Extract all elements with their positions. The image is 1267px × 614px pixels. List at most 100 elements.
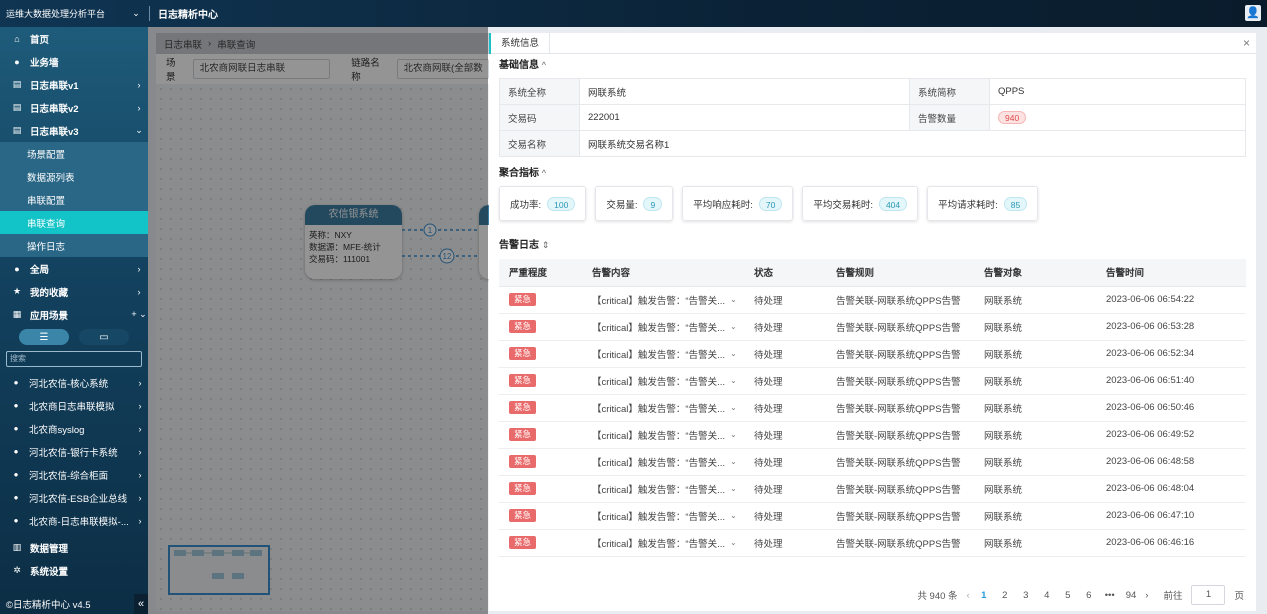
chevron-down-icon[interactable]: ⌄ — [730, 322, 744, 331]
content-cell[interactable]: 【critical】触发告警：“告警关... ⌄ — [582, 448, 744, 476]
time-cell: 2023-06-06 06:51:40 — [1096, 367, 1246, 395]
page-number[interactable]: 2 — [1000, 590, 1010, 601]
content-cell[interactable]: 【critical】触发告警：“告警关... ⌄ — [582, 367, 744, 395]
alarm-content[interactable]: 【critical】触发告警：“告警关... ⌄ — [592, 320, 744, 334]
user-icon[interactable]: 👤 — [1245, 5, 1261, 21]
table-row: 紧急 【critical】触发告警：“告警关... ⌄ 待处理 告警关联-网联系统QPP… — [499, 421, 1246, 449]
sidebar-subitem[interactable]: 串联查询 — [0, 211, 148, 234]
drawer-tabs: 系统信息 × — [489, 32, 1256, 54]
chevron-down-icon[interactable]: ⌄ — [730, 376, 744, 385]
alarm-content[interactable]: 【critical】触发告警：“告警关... ⌄ — [592, 401, 744, 415]
sidebar-item[interactable]: ✲ 系统设置 — [0, 559, 148, 582]
scene-item[interactable]: ● 河北农信-核心系统 › — [0, 371, 148, 394]
sidebar-subitem[interactable]: 操作日志 — [0, 234, 148, 257]
alarm-content[interactable]: 【critical】触发告警：“告警关... ⌄ — [592, 428, 744, 442]
list-view-toggle[interactable]: ☰ — [19, 329, 69, 345]
alarm-content[interactable]: 【critical】触发告警：“告警关... ⌄ — [592, 536, 744, 550]
alarm-content[interactable]: 【critical】触发告警：“告警关... ⌄ — [592, 347, 744, 361]
sidebar-subitem[interactable]: 串联配置 — [0, 188, 148, 211]
header-divider — [149, 6, 150, 21]
sidebar-item[interactable]: ▤ 日志串联v1 › — [0, 73, 148, 96]
sidebar-search-input[interactable]: 搜索 — [6, 351, 142, 367]
content-cell[interactable]: 【critical】触发告警：“告警关... ⌄ — [582, 286, 744, 314]
alarm-content[interactable]: 【critical】触发告警：“告警关... ⌄ — [592, 293, 744, 307]
close-icon[interactable]: × — [1243, 36, 1250, 50]
platform-switch-icon[interactable]: ⌄ — [125, 8, 147, 19]
chevron-down-icon[interactable]: ⌄ — [730, 430, 744, 439]
content-cell[interactable]: 【critical】触发告警：“告警关... ⌄ — [582, 475, 744, 503]
scene-item[interactable]: ● 河北农信-综合柜面 › — [0, 463, 148, 486]
sidebar-item[interactable]: ▤ 日志串联v3 ⌄ — [0, 119, 148, 142]
basic-info-title[interactable]: 基础信息 ^ — [489, 54, 1256, 76]
short-name-label: 系统简称 — [909, 78, 990, 105]
sidebar-item[interactable]: ▤ 日志串联v2 › — [0, 96, 148, 119]
grid-icon: ▦ — [12, 309, 22, 319]
tab-system-info[interactable]: 系统信息 — [489, 32, 551, 54]
time-cell: 2023-06-06 06:54:22 — [1096, 286, 1246, 314]
alarm-log-title[interactable]: 告警日志 ⇕ — [489, 234, 549, 256]
metrics-title[interactable]: 聚合指标 ^ — [489, 162, 546, 184]
chevron-down-icon[interactable]: ⌄ — [730, 349, 744, 358]
sidebar-subitem[interactable]: 数据源列表 — [0, 165, 148, 188]
sidebar-item-label: 全局 — [30, 264, 50, 276]
sidebar-item-label: 日志串联v3 — [30, 126, 79, 138]
chevron-down-icon[interactable]: ⌄ — [730, 403, 744, 412]
content-cell[interactable]: 【critical】触发告警：“告警关... ⌄ — [582, 502, 744, 530]
chevron-down-icon[interactable]: ⌄ — [730, 295, 744, 304]
severity-cell: 紧急 — [499, 394, 582, 422]
alarm-content[interactable]: 【critical】触发告警：“告警关... ⌄ — [592, 374, 744, 388]
scene-item[interactable]: ● 河北农信-ESB企业总线 › — [0, 486, 148, 509]
sidebar-item[interactable]: ▥ 数据管理 — [0, 536, 148, 559]
data-icon: ▥ — [12, 542, 22, 552]
scene-item[interactable]: ● 北农商syslog › — [0, 417, 148, 440]
goto-page-input[interactable]: 1 — [1191, 585, 1226, 605]
rule-cell: 告警关联-网联系统QPPS告警 — [826, 529, 974, 557]
sidebar-item[interactable]: ⌂ 首页 — [0, 27, 148, 50]
alarm-content[interactable]: 【critical】触发告警：“告警关... ⌄ — [592, 455, 744, 469]
object-cell: 网联系统 — [974, 340, 1096, 368]
content-cell[interactable]: 【critical】触发告警：“告警关... ⌄ — [582, 394, 744, 422]
chevron-right-icon: › — [138, 469, 142, 480]
metric-card: 平均请求耗时: 85 — [927, 186, 1039, 221]
alarm-content[interactable]: 【critical】触发告警：“告警关... ⌄ — [592, 482, 744, 496]
chevron-down-icon[interactable]: ⌄ — [730, 457, 744, 466]
log-icon: ▤ — [12, 102, 22, 112]
rule-cell: 告警关联-网联系统QPPS告警 — [826, 313, 974, 341]
scene-item[interactable]: ● 北农商-日志串联模拟-... › — [0, 509, 148, 532]
sidebar-item[interactable]: ★ 我的收藏 › — [0, 280, 148, 303]
sidebar-item[interactable]: ● 全局 › — [0, 257, 148, 280]
trade-code-value: 222001 — [579, 104, 910, 131]
chevron-down-icon[interactable]: ⌄ — [730, 484, 744, 493]
chevron-icon: › — [137, 286, 141, 297]
sidebar-item-label: 日志串联v2 — [30, 103, 79, 115]
content-cell[interactable]: 【critical】触发告警：“告警关... ⌄ — [582, 340, 744, 368]
sidebar-subitem[interactable]: 场景配置 — [0, 142, 148, 165]
column-header: 状态 — [744, 259, 826, 287]
content-cell[interactable]: 【critical】触发告警：“告警关... ⌄ — [582, 421, 744, 449]
collapse-sidebar-button[interactable]: « — [134, 594, 148, 614]
modal-overlay[interactable] — [148, 27, 488, 614]
content-cell[interactable]: 【critical】触发告警：“告警关... ⌄ — [582, 313, 744, 341]
chevron-down-icon[interactable]: ⌄ — [730, 538, 744, 547]
folder-view-toggle[interactable]: ▭ — [79, 329, 129, 345]
page-number[interactable]: 3 — [1021, 590, 1031, 601]
page-number[interactable]: 6 — [1084, 590, 1094, 601]
page-number[interactable]: 4 — [1042, 590, 1052, 601]
chevron-down-icon[interactable]: ⌄ — [730, 511, 744, 520]
page-number[interactable]: ••• — [1105, 590, 1115, 601]
next-page-button[interactable]: › — [1145, 590, 1148, 601]
scene-item[interactable]: ● 河北农信-银行卡系统 › — [0, 440, 148, 463]
sidebar-item[interactable]: ▦ 应用场景 + ⌄ — [0, 303, 148, 326]
sidebar-item[interactable]: ● 业务墙 — [0, 50, 148, 73]
page-number[interactable]: 5 — [1063, 590, 1073, 601]
prev-page-button[interactable]: ‹ — [967, 590, 970, 601]
status-cell: 待处理 — [744, 286, 826, 314]
content-cell[interactable]: 【critical】触发告警：“告警关... ⌄ — [582, 529, 744, 557]
metric-value: 100 — [547, 196, 576, 211]
scene-item[interactable]: ● 北农商日志串联模拟 › — [0, 394, 148, 417]
alarm-content[interactable]: 【critical】触发告警：“告警关... ⌄ — [592, 509, 744, 523]
metric-label: 平均交易耗时: — [813, 199, 873, 211]
page-number[interactable]: 1 — [979, 590, 989, 601]
page-number[interactable]: 94 — [1126, 590, 1137, 601]
chevron-icon: › — [137, 263, 141, 274]
